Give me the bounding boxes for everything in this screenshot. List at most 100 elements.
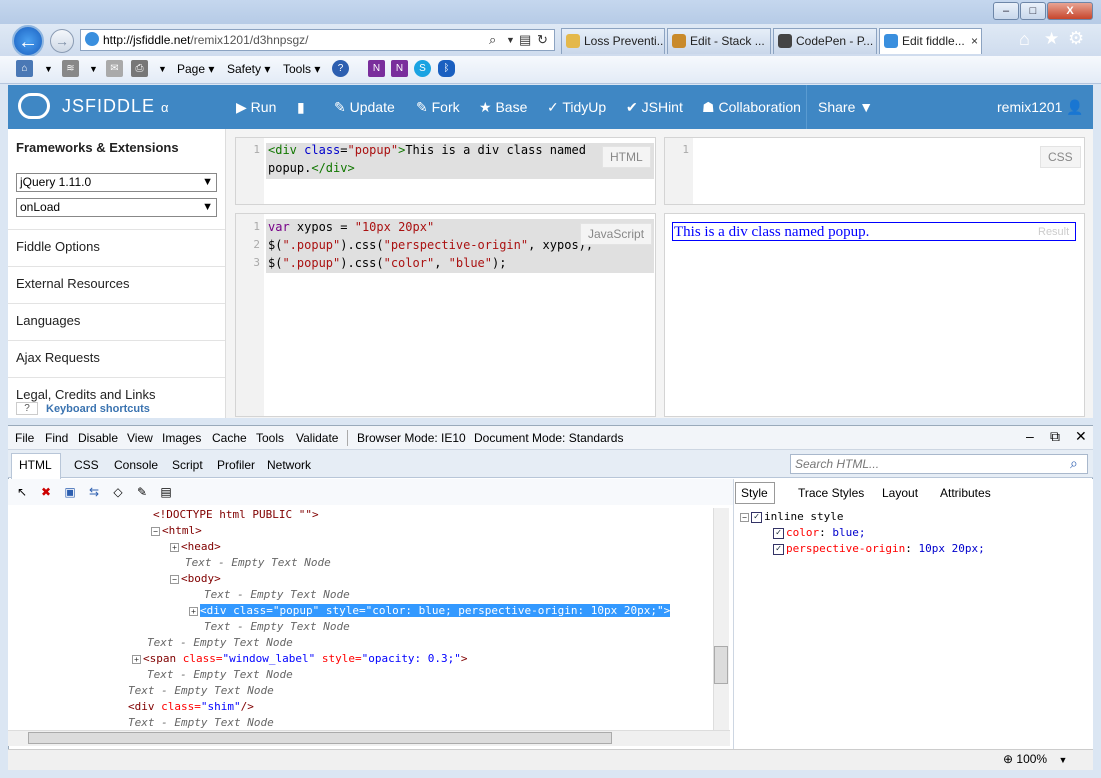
tab-layout[interactable]: Layout	[882, 486, 918, 500]
clear-outlines-icon[interactable]: ✖	[38, 484, 54, 500]
dropdown-arrow-icon[interactable]: ▼	[89, 64, 98, 74]
tree-head[interactable]: + <head>	[170, 539, 221, 555]
keyboard-shortcuts-link[interactable]: Keyboard shortcuts	[46, 403, 150, 415]
tab-attributes[interactable]: Attributes	[940, 486, 991, 500]
tab-style[interactable]: Style	[741, 486, 768, 500]
menu-disable[interactable]: Disable	[78, 431, 118, 445]
browser-mode-selector[interactable]: Browser Mode: IE10	[357, 431, 466, 445]
style-rule-color[interactable]: ✓ color: blue;	[773, 526, 866, 539]
run-button[interactable]: ▶ Run	[224, 85, 288, 129]
sidebar-item-external-resources[interactable]: External Resources	[16, 276, 129, 291]
menu-tools[interactable]: Tools	[256, 431, 284, 445]
sidebar-item-legal[interactable]: Legal, Credits and Links	[16, 387, 155, 402]
dropdown-arrow-icon[interactable]: ▼	[1058, 755, 1067, 765]
onenote-linked-icon[interactable]: N	[391, 60, 408, 77]
safety-menu[interactable]: Safety ▾	[227, 62, 270, 76]
javascript-code[interactable]: var xypos = "10px 20px" $(".popup").css(…	[268, 218, 593, 272]
onenote-icon[interactable]: N	[368, 60, 385, 77]
feeds-icon[interactable]: ≋	[62, 60, 79, 77]
update-button[interactable]: ✎ Update	[322, 85, 407, 129]
user-menu[interactable]: remix1201 👤	[985, 85, 1096, 129]
jsfiddle-brand[interactable]: JSFIDDLE α	[62, 96, 170, 117]
horizontal-scroll-thumb[interactable]	[28, 732, 612, 744]
settings-gear-icon[interactable]: ⚙	[1068, 28, 1084, 49]
tab-network[interactable]: Network	[267, 458, 311, 472]
menu-images[interactable]: Images	[162, 431, 201, 445]
tools-menu[interactable]: Tools ▾	[283, 62, 320, 76]
tab-stack-edit[interactable]: Edit - Stack ...	[667, 28, 771, 54]
dropdown-arrow-icon[interactable]: ▼	[44, 64, 53, 74]
menu-cache[interactable]: Cache	[212, 431, 247, 445]
frameworks-heading[interactable]: Frameworks & Extensions	[16, 140, 179, 155]
tree-text-node[interactable]: Text - Empty Text Node	[204, 587, 350, 603]
tree-body[interactable]: − <body>	[170, 571, 221, 587]
favorites-star-icon[interactable]: ★	[1044, 29, 1059, 49]
sidebar-item-fiddle-options[interactable]: Fiddle Options	[16, 239, 100, 254]
sidebar-item-languages[interactable]: Languages	[16, 313, 80, 328]
close-devtools-icon[interactable]: ✕	[1075, 428, 1087, 445]
tree-span-window-label[interactable]: + <span class="window_label" style="opaci…	[132, 651, 468, 667]
tab-html[interactable]: HTML	[19, 458, 52, 472]
style-rule-perspective-origin[interactable]: ✓ perspective-origin: 10px 20px;	[773, 542, 985, 555]
tree-text-node[interactable]: Text - Empty Text Node	[147, 635, 293, 651]
home-icon[interactable]: ⌂	[16, 60, 33, 77]
checkbox-checked-icon[interactable]: ✓	[773, 543, 784, 555]
tree-text-node[interactable]: Text - Empty Text Node	[128, 683, 274, 699]
forward-button[interactable]: →	[50, 29, 74, 53]
page-menu[interactable]: Page ▾	[177, 62, 214, 76]
expand-icon[interactable]: +	[132, 654, 141, 664]
tab-console[interactable]: Console	[114, 458, 158, 472]
tree-text-node[interactable]: Text - Empty Text Node	[147, 667, 293, 683]
minimize-devtools-icon[interactable]: –	[1026, 428, 1034, 444]
menu-view[interactable]: View	[127, 431, 153, 445]
dom-tree-vertical-scrollbar[interactable]	[713, 508, 729, 730]
tab-trace-styles[interactable]: Trace Styles	[798, 486, 864, 500]
sidebar-item-ajax-requests[interactable]: Ajax Requests	[16, 350, 100, 365]
tidyup-button[interactable]: ✓ TidyUp	[535, 85, 618, 129]
save-icon[interactable]: ▣	[62, 484, 78, 500]
tree-div-popup[interactable]: + <div class="popup" style="color: blue; …	[189, 603, 671, 619]
back-button[interactable]: ←	[12, 25, 44, 57]
compat-view-icon[interactable]: ▤	[519, 30, 531, 50]
skype-icon[interactable]: S	[414, 60, 431, 77]
checkbox-checked-icon[interactable]: ✓	[773, 527, 784, 539]
search-icon[interactable]: ⌕	[489, 30, 496, 50]
collapse-icon[interactable]: −	[740, 512, 749, 522]
minimize-button[interactable]: –	[993, 2, 1019, 20]
tree-doctype[interactable]: <!DOCTYPE html PUBLIC "">	[153, 507, 319, 523]
expand-icon[interactable]: +	[189, 606, 198, 616]
refresh-icon[interactable]: ↻	[537, 30, 548, 50]
zoom-control[interactable]: ⊕ 100% ▼	[1003, 752, 1067, 766]
load-type-select[interactable]: onLoad ▼	[16, 198, 217, 217]
menu-validate[interactable]: Validate	[296, 431, 338, 445]
collapse-icon[interactable]: −	[170, 574, 179, 584]
menu-file[interactable]: File	[15, 431, 34, 445]
tab-edit-fiddle[interactable]: Edit fiddle... ×	[879, 28, 982, 54]
expand-icon[interactable]: +	[170, 542, 179, 552]
print-icon[interactable]: ⎙	[131, 60, 148, 77]
html-code[interactable]: <div class="popup">This is a div class n…	[268, 141, 586, 177]
base-button[interactable]: ★ Base	[467, 85, 539, 129]
dropdown-arrow-icon[interactable]: ▼	[506, 30, 515, 50]
jsfiddle-logo-icon[interactable]	[18, 93, 50, 119]
framework-select[interactable]: jQuery 1.11.0 ▼	[16, 173, 217, 192]
bluetooth-icon[interactable]: ᛒ	[438, 60, 455, 77]
tab-css[interactable]: CSS	[74, 458, 99, 472]
vertical-scroll-thumb[interactable]	[714, 646, 728, 684]
mail-icon[interactable]: ✉	[106, 60, 123, 77]
inline-style-group[interactable]: − ✓ inline style	[740, 510, 843, 523]
document-mode-selector[interactable]: Document Mode: Standards	[474, 431, 623, 445]
collaboration-button[interactable]: ☗ Collaboration	[690, 85, 813, 129]
share-button[interactable]: Share ▼	[806, 85, 885, 129]
undock-devtools-icon[interactable]: ⧉	[1050, 428, 1060, 445]
search-icon[interactable]: ⌕	[1070, 455, 1078, 472]
tab-script[interactable]: Script	[172, 458, 203, 472]
dropdown-arrow-icon[interactable]: ▼	[158, 64, 167, 74]
word-wrap-icon[interactable]: ▤	[158, 484, 174, 500]
checkbox-checked-icon[interactable]: ✓	[751, 511, 762, 523]
refresh-dom-icon[interactable]: ⇆	[86, 484, 102, 500]
address-bar[interactable]: http://jsfiddle.net/remix1201/d3hnpsgz/ …	[80, 29, 555, 51]
home-icon[interactable]: ⌂	[1019, 29, 1030, 50]
maximize-button[interactable]: □	[1020, 2, 1046, 20]
menu-find[interactable]: Find	[45, 431, 68, 445]
